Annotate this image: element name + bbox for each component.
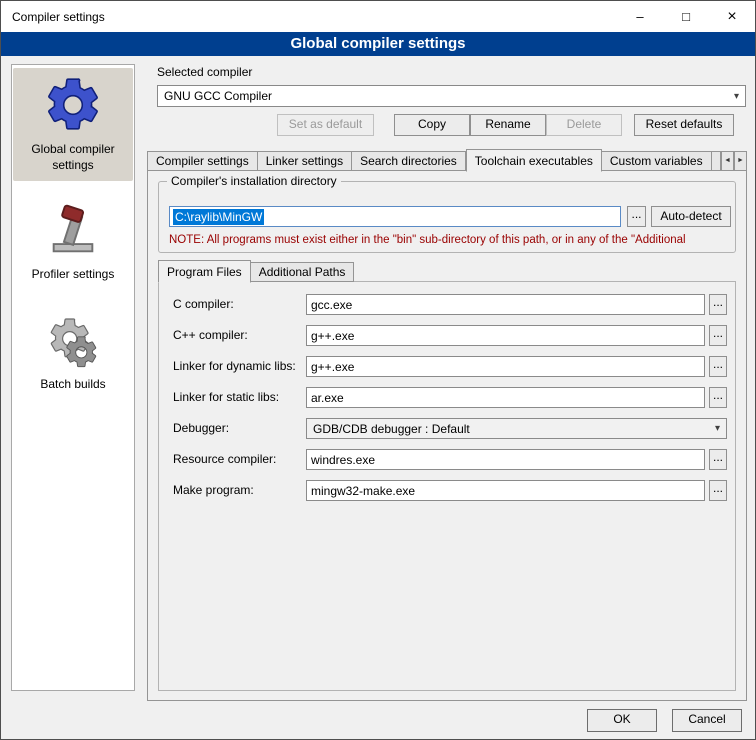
dynamic-linker-input[interactable] xyxy=(306,356,705,377)
sidebar-item-label: Profiler settings xyxy=(32,267,115,281)
sidebar-item-label: Batch builds xyxy=(40,377,105,391)
tab-toolchain-executables[interactable]: Toolchain executables xyxy=(466,149,602,172)
tab-scroll-left-button[interactable]: ◄ xyxy=(721,151,734,171)
reset-defaults-button[interactable]: Reset defaults xyxy=(634,114,734,136)
sidebar-item-profiler-settings[interactable]: Profiler settings xyxy=(13,197,133,291)
field-row-cpp-compiler: C++ compiler: ... xyxy=(173,325,729,346)
install-dir-selected-text: C:\raylib\MinGW xyxy=(173,209,264,225)
cpp-compiler-input[interactable] xyxy=(306,325,705,346)
selected-compiler-label: Selected compiler xyxy=(157,65,252,79)
titlebar: Compiler settings – □ × xyxy=(1,1,755,32)
batch-builds-icon xyxy=(44,313,102,371)
field-label: C++ compiler: xyxy=(173,328,248,342)
profiler-icon xyxy=(44,203,102,261)
note-text: NOTE: All programs must exist either in … xyxy=(169,234,729,246)
browse-button[interactable]: ... xyxy=(709,449,727,470)
subtab-strip: Program Files Additional Paths xyxy=(158,259,354,282)
resource-compiler-input[interactable] xyxy=(306,449,705,470)
browse-button[interactable]: ... xyxy=(709,356,727,377)
scroll-right-icon: ► xyxy=(737,157,744,164)
ok-button[interactable]: OK xyxy=(587,709,657,732)
make-program-input[interactable] xyxy=(306,480,705,501)
field-row-resource-compiler: Resource compiler: ... xyxy=(173,449,729,470)
debugger-select[interactable]: GDB/CDB debugger : Default ▾ xyxy=(306,418,727,439)
tab-linker-settings[interactable]: Linker settings xyxy=(258,151,352,171)
field-row-debugger: Debugger: GDB/CDB debugger : Default ▾ xyxy=(173,418,729,439)
maximize-button[interactable]: □ xyxy=(663,1,709,32)
tab-build-options[interactable]: Buil xyxy=(712,151,721,171)
gear-icon xyxy=(42,74,104,136)
minimize-button[interactable]: – xyxy=(617,1,663,32)
browse-button[interactable]: ... xyxy=(709,480,727,501)
field-label: Linker for static libs: xyxy=(173,390,279,404)
field-row-c-compiler: C compiler: ... xyxy=(173,294,729,315)
delete-button: Delete xyxy=(546,114,622,136)
debugger-select-value: GDB/CDB debugger : Default xyxy=(313,422,470,436)
copy-button[interactable]: Copy xyxy=(394,114,470,136)
install-dir-input[interactable]: C:\raylib\MinGW xyxy=(169,206,621,227)
cancel-button[interactable]: Cancel xyxy=(672,709,742,732)
set-as-default-button: Set as default xyxy=(277,114,374,136)
tab-search-directories[interactable]: Search directories xyxy=(352,151,466,171)
rename-button[interactable]: Rename xyxy=(470,114,546,136)
subtab-program-files[interactable]: Program Files xyxy=(158,260,251,283)
sidebar-item-batch-builds[interactable]: Batch builds xyxy=(13,307,133,401)
window-controls: – □ × xyxy=(617,1,755,32)
field-row-static-linker: Linker for static libs: ... xyxy=(173,387,729,408)
field-label: Resource compiler: xyxy=(173,452,276,466)
browse-button[interactable]: ... xyxy=(627,206,646,227)
toolchain-executables-panel: Compiler's installation directory C:\ray… xyxy=(147,170,747,701)
chevron-down-icon: ▾ xyxy=(715,423,720,434)
field-label: Debugger: xyxy=(173,421,229,435)
field-label: C compiler: xyxy=(173,297,234,311)
field-row-make-program: Make program: ... xyxy=(173,480,729,501)
c-compiler-input[interactable] xyxy=(306,294,705,315)
close-button[interactable]: × xyxy=(709,1,755,32)
subtab-additional-paths[interactable]: Additional Paths xyxy=(251,262,355,282)
tab-scroll-right-button[interactable]: ► xyxy=(734,151,747,171)
group-title: Compiler's installation directory xyxy=(167,174,341,188)
window-title: Compiler settings xyxy=(1,10,105,24)
autodetect-button[interactable]: Auto-detect xyxy=(651,206,731,227)
scroll-left-icon: ◄ xyxy=(724,157,731,164)
sidebar-item-label: Global compiler settings xyxy=(31,142,114,172)
program-files-panel: C compiler: ... C++ compiler: ... Linker… xyxy=(158,281,736,691)
sidebar-item-global-compiler-settings[interactable]: Global compiler settings xyxy=(13,68,133,181)
static-linker-input[interactable] xyxy=(306,387,705,408)
chevron-down-icon: ▾ xyxy=(734,91,739,102)
installation-directory-group: Compiler's installation directory C:\ray… xyxy=(158,181,736,253)
tab-compiler-settings[interactable]: Compiler settings xyxy=(147,151,258,171)
compiler-settings-window: Compiler settings – □ × Global compiler … xyxy=(0,0,756,740)
browse-button[interactable]: ... xyxy=(709,294,727,315)
page-title: Global compiler settings xyxy=(1,32,755,56)
field-label: Linker for dynamic libs: xyxy=(173,359,296,373)
browse-button[interactable]: ... xyxy=(709,325,727,346)
browse-button[interactable]: ... xyxy=(709,387,727,408)
tab-strip: Compiler settings Linker settings Search… xyxy=(147,148,717,171)
compiler-combobox-value: GNU GCC Compiler xyxy=(164,89,272,103)
compiler-combobox[interactable]: GNU GCC Compiler ▾ xyxy=(157,85,746,107)
field-row-dynamic-linker: Linker for dynamic libs: ... xyxy=(173,356,729,377)
sidebar: Global compiler settings Profiler settin… xyxy=(11,64,135,691)
field-label: Make program: xyxy=(173,483,254,497)
tab-custom-variables[interactable]: Custom variables xyxy=(602,151,712,171)
